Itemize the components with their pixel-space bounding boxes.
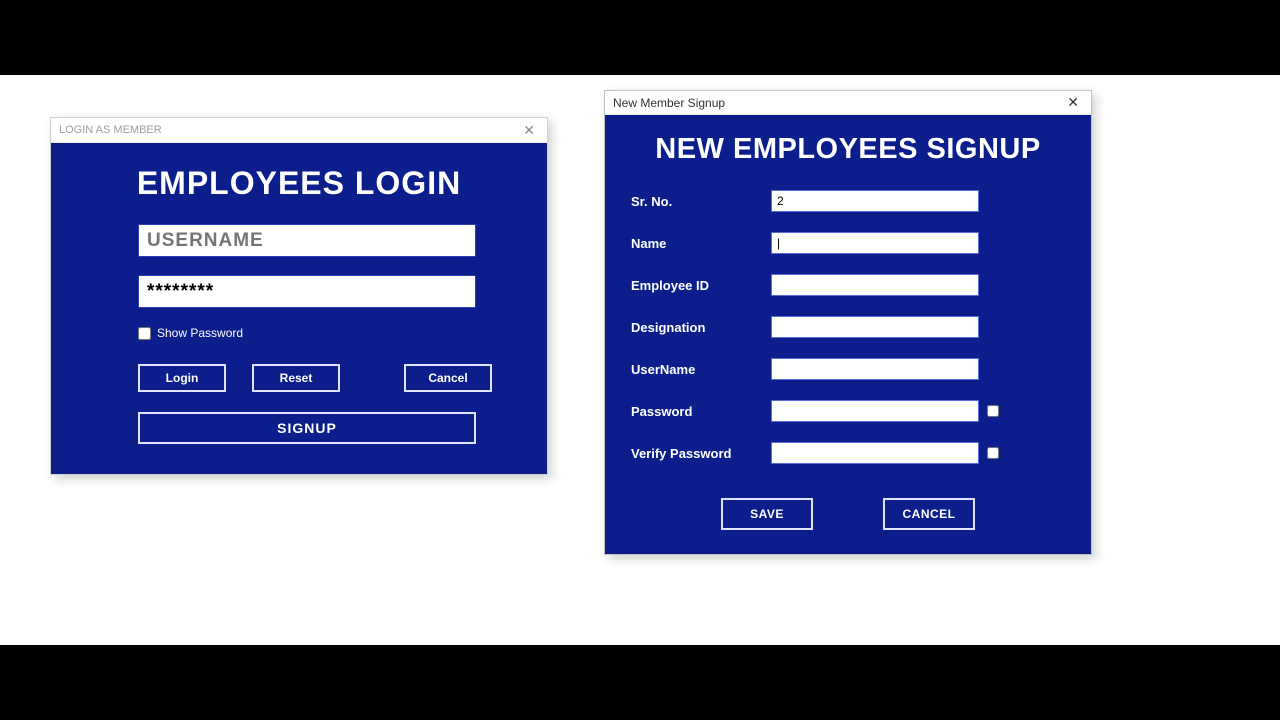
password-label: Password <box>631 404 771 419</box>
show-password-label: Show Password <box>157 326 243 340</box>
login-titlebar[interactable]: LOGIN AS MEMBER ✕ <box>51 118 547 143</box>
login-heading: EMPLOYEES LOGIN <box>91 165 507 202</box>
close-icon[interactable]: ✕ <box>519 122 539 139</box>
letterbox-bottom <box>0 645 1280 720</box>
employee-id-label: Employee ID <box>631 278 771 293</box>
login-button[interactable]: Login <box>138 364 226 392</box>
signup-username-field[interactable] <box>771 358 979 380</box>
designation-field[interactable] <box>771 316 979 338</box>
verify-password-label: Verify Password <box>631 446 771 461</box>
signup-button[interactable]: SIGNUP <box>138 412 476 444</box>
signup-body: NEW EMPLOYEES SIGNUP Sr. No. Name Employ… <box>605 115 1091 554</box>
verify-password-show-checkbox[interactable] <box>987 447 999 459</box>
signup-heading: NEW EMPLOYEES SIGNUP <box>631 133 1065 166</box>
signup-window: New Member Signup ✕ NEW EMPLOYEES SIGNUP… <box>604 90 1092 555</box>
name-field[interactable] <box>771 232 979 254</box>
password-show-checkbox[interactable] <box>987 405 999 417</box>
verify-password-field[interactable] <box>771 442 979 464</box>
username-label: UserName <box>631 362 771 377</box>
show-password-checkbox[interactable] <box>138 327 151 340</box>
signup-titlebar[interactable]: New Member Signup ✕ <box>605 91 1091 115</box>
login-body: EMPLOYEES LOGIN Show Password Login Rese… <box>51 143 547 474</box>
name-label: Name <box>631 236 771 251</box>
signup-window-title: New Member Signup <box>613 96 725 110</box>
login-window-title: LOGIN AS MEMBER <box>59 124 162 136</box>
cancel-button[interactable]: Cancel <box>404 364 492 392</box>
login-window: LOGIN AS MEMBER ✕ EMPLOYEES LOGIN Show P… <box>50 117 548 475</box>
sr-no-field[interactable] <box>771 190 979 212</box>
username-field[interactable] <box>138 224 476 257</box>
password-field[interactable] <box>138 275 476 308</box>
save-button[interactable]: SAVE <box>721 498 813 530</box>
reset-button[interactable]: Reset <box>252 364 340 392</box>
designation-label: Designation <box>631 320 771 335</box>
signup-password-field[interactable] <box>771 400 979 422</box>
letterbox-top <box>0 0 1280 75</box>
signup-cancel-button[interactable]: CANCEL <box>883 498 975 530</box>
sr-no-label: Sr. No. <box>631 194 771 209</box>
close-icon[interactable]: ✕ <box>1063 94 1083 111</box>
employee-id-field[interactable] <box>771 274 979 296</box>
